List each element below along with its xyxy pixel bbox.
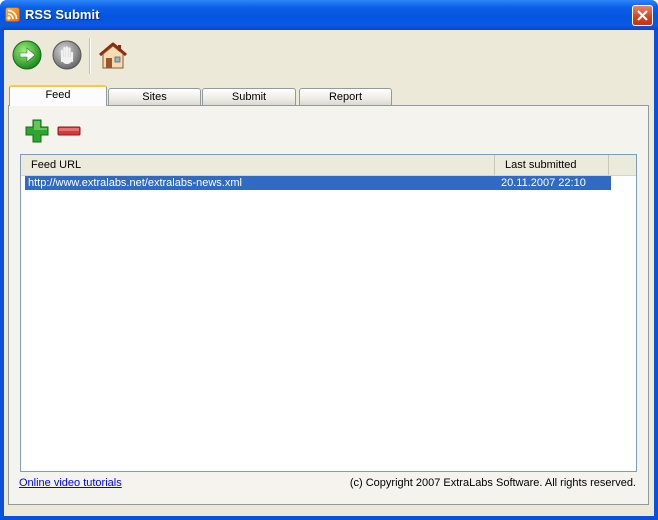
table-row[interactable]: http://www.extralabs.net/extralabs-news.… xyxy=(25,176,611,190)
tab-feed-label: Feed xyxy=(45,89,71,101)
tab-feed[interactable]: Feed xyxy=(9,85,107,106)
tab-sites-label: Sites xyxy=(142,91,167,103)
close-icon xyxy=(637,10,648,21)
list-header: Feed URL Last submitted xyxy=(21,155,636,176)
close-button[interactable] xyxy=(632,5,653,26)
video-tutorials-link[interactable]: Online video tutorials xyxy=(19,477,122,489)
tab-report[interactable]: Report xyxy=(299,88,392,106)
title-bar[interactable]: RSS Submit xyxy=(0,0,658,30)
feed-panel: Feed URL Last submitted http://www.extra… xyxy=(8,105,649,505)
tab-sites[interactable]: Sites xyxy=(108,88,201,106)
app-window: RSS Submit Feed Sites Submit Report Feed… xyxy=(0,0,658,520)
feed-url-cell: http://www.extralabs.net/extralabs-news.… xyxy=(28,177,242,189)
toolbar-separator xyxy=(89,38,91,74)
home-icon xyxy=(99,42,127,69)
last-submitted-cell: 20.11.2007 22:10 xyxy=(501,177,586,189)
stop-hand-icon xyxy=(52,40,82,70)
tab-report-label: Report xyxy=(328,91,363,103)
stop-button[interactable] xyxy=(51,39,83,71)
add-feed-button[interactable] xyxy=(24,118,50,144)
client-area: Feed Sites Submit Report Feed URL Last s… xyxy=(4,30,654,516)
column-feed-url[interactable]: Feed URL xyxy=(21,155,495,175)
rss-icon xyxy=(5,7,20,22)
green-arrow-icon xyxy=(12,40,42,70)
column-last-submitted[interactable]: Last submitted xyxy=(495,155,609,175)
remove-minus-icon xyxy=(57,126,81,136)
home-button[interactable] xyxy=(97,41,129,73)
remove-feed-button[interactable] xyxy=(56,118,82,144)
window-title: RSS Submit xyxy=(25,7,100,22)
tab-submit[interactable]: Submit xyxy=(202,88,296,106)
feed-list[interactable]: Feed URL Last submitted http://www.extra… xyxy=(20,154,637,472)
start-button[interactable] xyxy=(11,39,43,71)
copyright-text: (c) Copyright 2007 ExtraLabs Software. A… xyxy=(349,477,636,489)
add-plus-icon xyxy=(25,119,49,143)
tab-submit-label: Submit xyxy=(231,91,267,103)
